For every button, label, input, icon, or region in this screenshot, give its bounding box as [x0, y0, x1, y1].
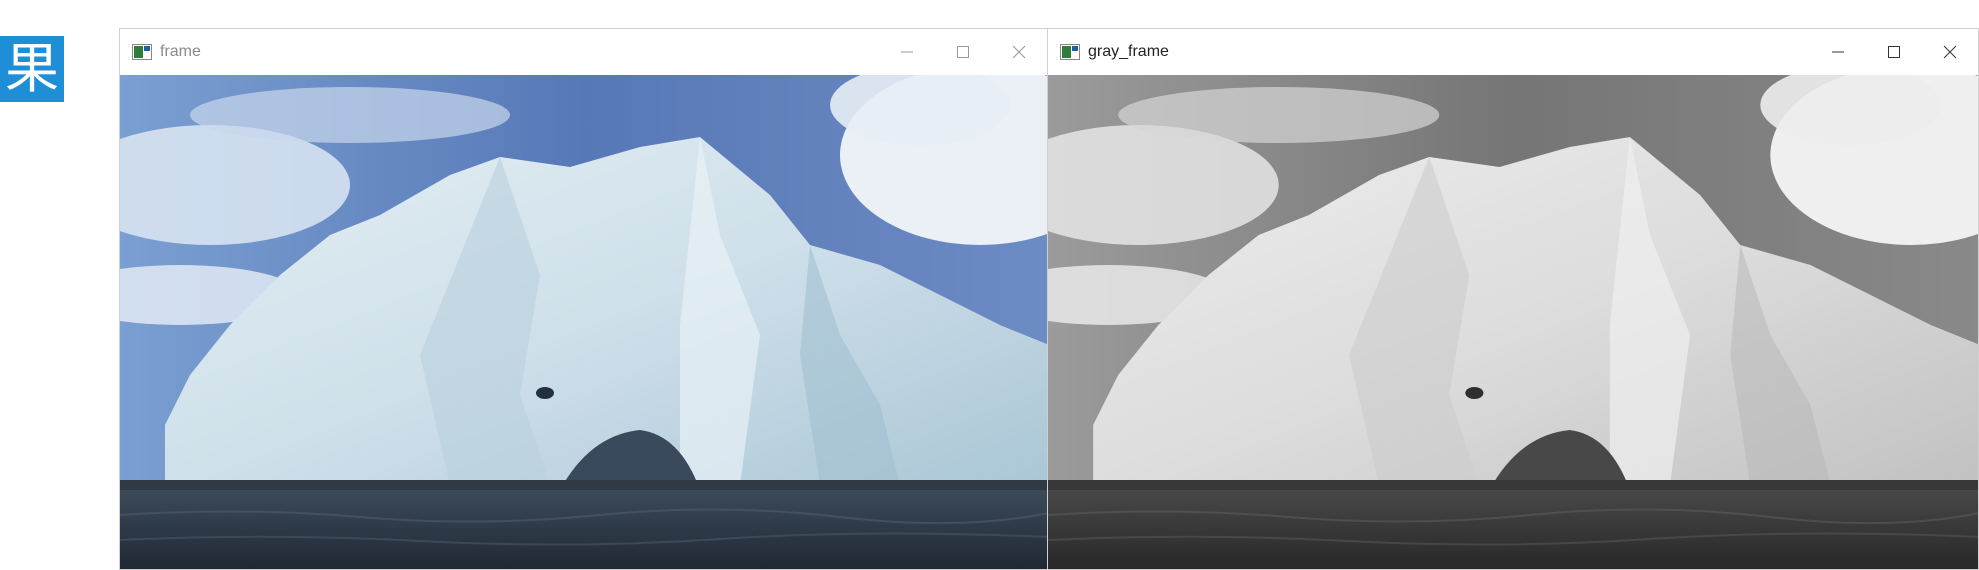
gray-frame-titlebar[interactable]: gray_frame: [1048, 29, 1978, 75]
iceberg-color-image: [120, 75, 1047, 569]
frame-titlebar[interactable]: frame: [120, 29, 1047, 75]
minimize-button[interactable]: [879, 29, 935, 75]
opencv-window-icon: [1060, 44, 1080, 60]
minimize-icon: [1832, 51, 1844, 53]
window-title: gray_frame: [1088, 43, 1169, 60]
maximize-button[interactable]: [1866, 29, 1922, 75]
gray-frame-window: gray_frame: [1047, 28, 1979, 570]
maximize-icon: [1888, 46, 1900, 58]
close-icon: [1012, 45, 1026, 59]
frame-image-canvas: [120, 75, 1047, 569]
minimize-button[interactable]: [1810, 29, 1866, 75]
close-button[interactable]: [1922, 29, 1978, 75]
frame-window: frame: [119, 28, 1048, 570]
iceberg-grayscale-image: [1048, 75, 1978, 569]
opencv-window-icon: [132, 44, 152, 60]
maximize-button[interactable]: [935, 29, 991, 75]
maximize-icon: [957, 46, 969, 58]
window-title: frame: [160, 43, 201, 60]
close-button[interactable]: [991, 29, 1047, 75]
close-icon: [1943, 45, 1957, 59]
side-label-badge: 果: [0, 36, 64, 102]
gray-frame-image-canvas: [1048, 75, 1978, 569]
minimize-icon: [901, 51, 913, 53]
